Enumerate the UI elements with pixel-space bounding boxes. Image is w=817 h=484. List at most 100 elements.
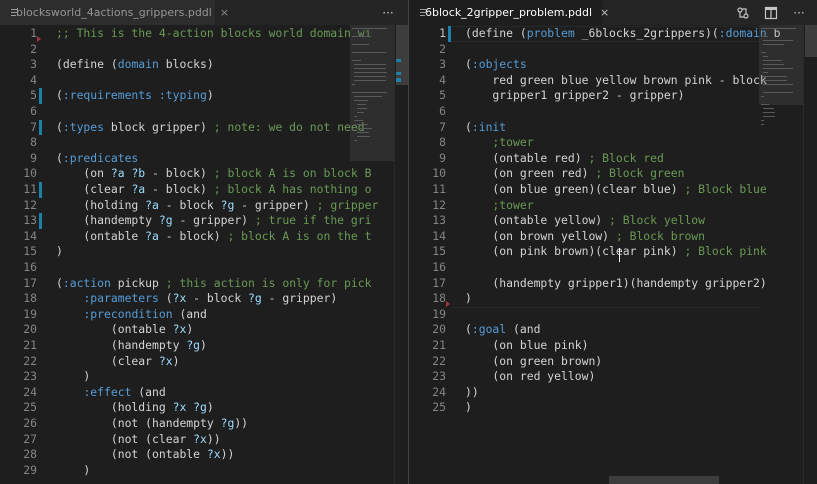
code-line[interactable]: 10 (on green red) ; Block green xyxy=(409,166,817,182)
code-line[interactable]: 17 (:action pickup ; this action is only … xyxy=(0,276,408,292)
right-horizontal-scroll-thumb[interactable] xyxy=(609,476,719,484)
code-line[interactable]: 22 (on green brown) xyxy=(409,354,817,370)
modified-line-marker[interactable] xyxy=(39,119,42,136)
modified-line-marker[interactable] xyxy=(39,182,42,198)
code-line[interactable]: 20 (ontable ?x) xyxy=(0,322,408,338)
code-line[interactable]: 13 (ontable yellow) ; Block yellow xyxy=(409,213,817,229)
minimap-line xyxy=(354,100,368,101)
open-changes-icon[interactable] xyxy=(735,5,751,21)
split-editor-icon[interactable] xyxy=(763,5,779,21)
right-scroll-thumb[interactable] xyxy=(805,25,817,57)
minimap-slider[interactable] xyxy=(759,25,803,105)
minimap-line xyxy=(763,44,785,45)
minimap-line xyxy=(763,84,794,85)
code-line[interactable]: 28 (not (ontable ?x)) xyxy=(0,447,408,463)
line-number: 1 xyxy=(439,26,446,40)
right-editor-actions: ··· xyxy=(735,0,817,25)
code-line[interactable]: 8 xyxy=(0,135,408,151)
minimap-line xyxy=(761,104,770,105)
code-line[interactable]: 20 (:goal (and xyxy=(409,322,817,338)
code-token: ( xyxy=(465,119,472,134)
minimap-line xyxy=(763,68,794,69)
left-vertical-scrollbar[interactable] xyxy=(394,25,408,484)
code-line[interactable]: 11 (clear ?a - block) ; block A has noth… xyxy=(0,182,408,198)
code-token: ) xyxy=(206,88,214,103)
minimap-line xyxy=(761,96,764,97)
code-line[interactable]: 29 ) xyxy=(0,463,408,479)
code-token: ( xyxy=(56,88,63,103)
code-line[interactable]: 27 (not (clear ?x)) xyxy=(0,432,408,448)
code-line[interactable]: 7 (:init xyxy=(409,120,817,136)
code-line[interactable]: 12 ;tower xyxy=(409,198,817,214)
left-scroll-thumb[interactable] xyxy=(396,25,408,85)
right-vertical-scrollbar[interactable] xyxy=(803,25,817,484)
code-line[interactable]: 4 red green blue yellow brown pink - blo… xyxy=(409,73,817,89)
code-line[interactable]: 2 xyxy=(409,42,817,58)
right-code-editor[interactable]: 1 (define (problem _6blocks_2grippers)(:d… xyxy=(409,25,817,484)
code-text: (not (clear ?x)) xyxy=(56,432,221,448)
code-text: (on blue green)(clear blue) ; Block blue xyxy=(465,182,766,198)
tab-blocksworld-domain[interactable]: blocksworld_4actions_grippers.pddl × xyxy=(0,0,229,25)
more-actions-icon[interactable]: ··· xyxy=(380,5,396,21)
code-line[interactable]: 15 (on pink brown)(clear pink) ; Block p… xyxy=(409,244,817,260)
deleted-line-marker[interactable] xyxy=(446,301,450,308)
code-line[interactable]: 4 xyxy=(0,73,408,89)
code-line[interactable]: 6 xyxy=(0,104,408,120)
code-line[interactable]: 13 (handempty ?g - gripper) ; true if th… xyxy=(0,213,408,229)
modified-line-marker[interactable] xyxy=(39,213,42,229)
code-line[interactable]: 3 (:objects xyxy=(409,57,817,73)
code-line[interactable]: 1 ;; This is the 4-action blocks world do… xyxy=(0,26,408,42)
left-minimap[interactable] xyxy=(350,25,394,484)
code-line[interactable]: 3 (define (domain blocks) xyxy=(0,57,408,73)
code-line[interactable]: 5 (:requirements :typing) xyxy=(0,88,408,104)
code-line[interactable]: 16 xyxy=(409,260,817,276)
minimap-line xyxy=(356,108,368,109)
code-line[interactable]: 17 (handempty gripper1)(handempty grippe… xyxy=(409,276,817,292)
code-text: red green blue yellow brown pink - block xyxy=(465,73,766,89)
code-line[interactable]: 16 xyxy=(0,260,408,276)
more-actions-icon[interactable]: ··· xyxy=(791,5,807,21)
code-line[interactable]: 6 xyxy=(409,104,817,120)
close-icon[interactable]: × xyxy=(600,6,609,19)
modified-line-marker[interactable] xyxy=(39,88,42,104)
line-number: 4 xyxy=(30,72,37,87)
code-token: (handempty xyxy=(56,213,159,228)
code-line[interactable]: 8 ;tower xyxy=(409,135,817,151)
code-line[interactable]: 19 :precondition (and xyxy=(0,307,408,323)
right-minimap[interactable] xyxy=(759,25,803,484)
code-line[interactable]: 23 ) xyxy=(0,369,408,385)
left-code-editor[interactable]: 1 ;; This is the 4-action blocks world do… xyxy=(0,25,408,484)
close-icon[interactable]: × xyxy=(220,6,229,19)
code-line[interactable]: 18 :parameters (?x - block ?g - gripper) xyxy=(0,291,408,307)
code-line[interactable]: 14 (ontable ?a - block) ; block A is on … xyxy=(0,229,408,245)
code-line[interactable]: 21 (on blue pink) xyxy=(409,338,817,354)
code-line[interactable]: 2 xyxy=(0,42,408,58)
deleted-line-marker[interactable] xyxy=(37,36,41,42)
tab-6block-problem[interactable]: 6block_2gripper_problem.pddl × xyxy=(409,0,609,25)
code-line[interactable]: 12 (holding ?a - block ?g - gripper) ; g… xyxy=(0,198,408,214)
minimap-line xyxy=(356,112,365,113)
code-line[interactable]: 24 :effect (and xyxy=(0,385,408,401)
code-line[interactable]: 7 (:types block gripper) ; note: we do no… xyxy=(0,120,408,136)
right-editor-group: 6block_2gripper_problem.pddl × ··· 1 (def… xyxy=(409,0,817,484)
code-line[interactable]: 26 (not (handempty ?g)) xyxy=(0,416,408,432)
code-line[interactable]: 11 (on blue green)(clear blue) ; Block b… xyxy=(409,182,817,198)
code-text: ;tower xyxy=(465,135,533,151)
code-text: (handempty ?g - gripper) ; true if the g… xyxy=(56,213,371,229)
code-line[interactable]: 25) xyxy=(409,400,817,416)
code-line[interactable]: 25 (holding ?x ?g) xyxy=(0,400,408,416)
code-line[interactable]: 15) xyxy=(0,244,408,260)
code-line[interactable]: 9 (ontable red) ; Block red xyxy=(409,151,817,167)
code-line[interactable]: 24)) xyxy=(409,385,817,401)
code-line[interactable]: 18) xyxy=(409,291,817,307)
code-line[interactable]: 10 (on ?a ?b - block) ; block A is on bl… xyxy=(0,166,408,182)
code-line[interactable]: 22 (clear ?x) xyxy=(0,354,408,370)
code-line[interactable]: 21 (handempty ?g) xyxy=(0,338,408,354)
code-line[interactable]: 23 (on red yellow) xyxy=(409,369,817,385)
code-token: ;; This is the 4-action blocks world dom… xyxy=(56,26,372,40)
code-line[interactable]: 14 (on brown yellow) ; Block brown xyxy=(409,229,817,245)
code-line[interactable]: 5 gripper1 gripper2 - gripper) xyxy=(409,88,817,104)
code-line[interactable]: 9 (:predicates xyxy=(0,151,408,167)
line-number: 19 xyxy=(23,306,37,321)
code-token: ( xyxy=(56,119,63,134)
